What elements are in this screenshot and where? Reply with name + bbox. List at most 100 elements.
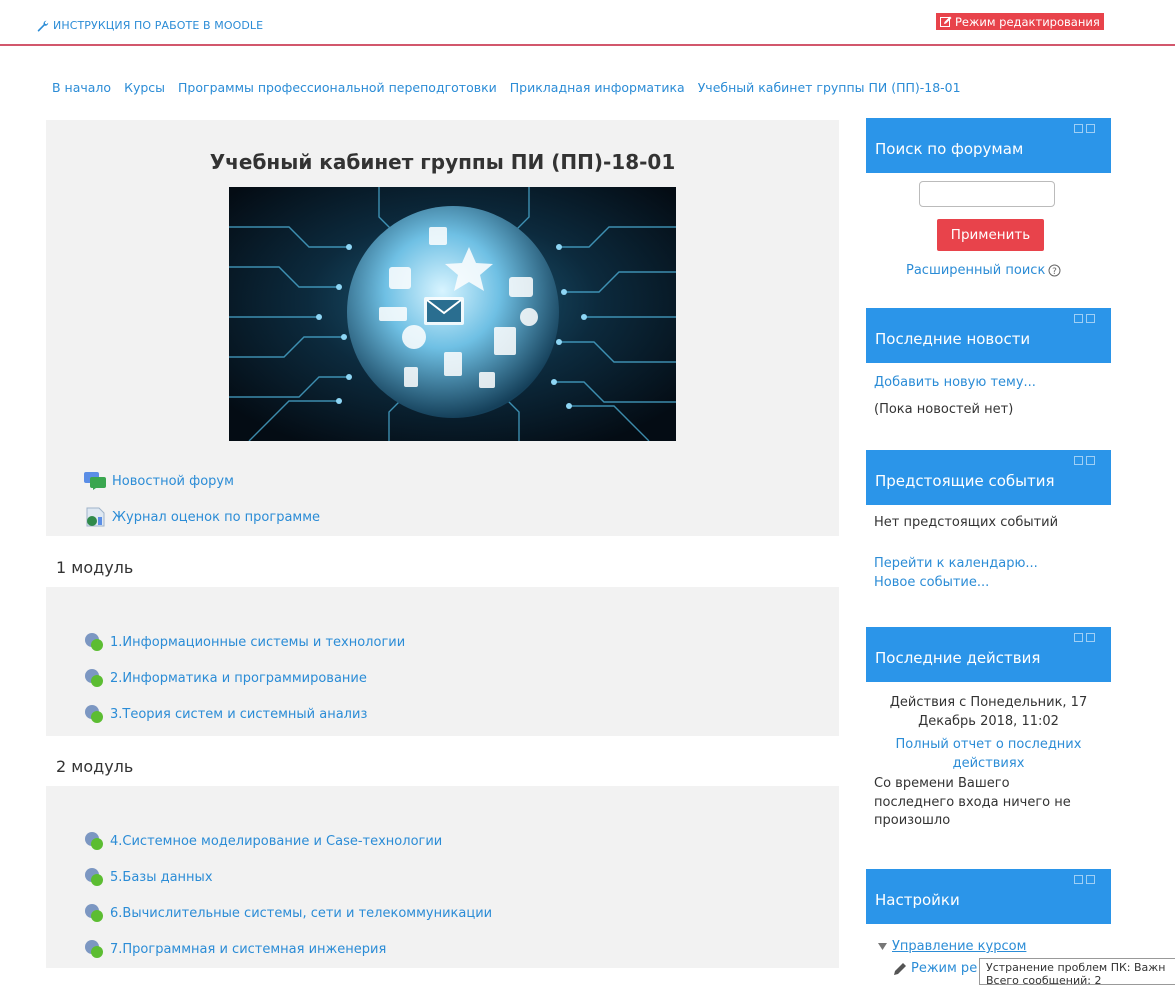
dock-icon[interactable]	[1074, 875, 1083, 884]
svg-text:?: ?	[1052, 267, 1057, 277]
breadcrumb: В начало Курсы Программы профессионально…	[52, 80, 961, 95]
forum-icon	[84, 472, 106, 490]
block-controls[interactable]	[1074, 633, 1095, 642]
module-item[interactable]: 3.Теория систем и системный анализ	[84, 704, 367, 724]
settings-edit-mode-item[interactable]: Режим ре	[893, 961, 977, 976]
module-item[interactable]: 7.Программная и системная инженерия	[84, 939, 386, 959]
caret-down-icon[interactable]	[878, 943, 887, 950]
module-item[interactable]: 6.Вычислительные системы, сети и телеком…	[84, 903, 492, 923]
edit-mode-label: Режим редактирования	[955, 14, 1100, 29]
full-report-line[interactable]: Полный отчет о последних	[896, 737, 1082, 752]
breadcrumb-home[interactable]: В начало	[52, 80, 111, 95]
recent-activity-title: Последние действия	[875, 649, 1041, 667]
hide-icon[interactable]	[1086, 875, 1095, 884]
block-controls[interactable]	[1074, 456, 1095, 465]
module-link[interactable]: 5.Базы данных	[110, 870, 213, 885]
section-1-title: 1 модуль	[56, 558, 134, 577]
full-report-line[interactable]: действиях	[953, 756, 1025, 771]
hide-icon[interactable]	[1086, 633, 1095, 642]
lesson-icon	[85, 633, 103, 651]
section-1-box: 1.Информационные системы и технологии 2.…	[46, 587, 839, 736]
section-2-box: 4.Системное моделирование и Case-техноло…	[46, 786, 839, 968]
lesson-icon	[85, 868, 103, 886]
dock-icon[interactable]	[1074, 124, 1083, 133]
activity-since-line: Действия с Понедельник, 17	[889, 695, 1088, 710]
upcoming-events-title: Предстоящие события	[875, 472, 1055, 490]
top-navbar: ИНСТРУКЦИЯ ПО РАБОТЕ В MOODLE Режим реда…	[0, 0, 1175, 46]
latest-news-title: Последние новости	[875, 330, 1031, 348]
breadcrumb-courses[interactable]: Курсы	[124, 80, 165, 95]
forum-search-input[interactable]	[919, 181, 1055, 207]
course-header-section: Учебный кабинет группы ПИ (ПП)-18-01 Нов…	[46, 120, 839, 536]
module-item[interactable]: 2.Информатика и программирование	[84, 668, 367, 688]
no-news-text: (Пока новостей нет)	[874, 402, 1014, 417]
lesson-icon	[85, 940, 103, 958]
module-link[interactable]: 3.Теория систем и системный анализ	[110, 707, 367, 722]
add-topic-link[interactable]: Добавить новую тему...	[874, 375, 1036, 390]
section-2-title: 2 модуль	[56, 757, 134, 776]
module-item[interactable]: 1.Информационные системы и технологии	[84, 632, 405, 652]
full-report-link[interactable]: Полный отчет о последних действиях	[866, 735, 1111, 773]
module-link[interactable]: 4.Системное моделирование и Case-техноло…	[110, 834, 442, 849]
course-admin-node[interactable]: Управление курсом	[878, 939, 1026, 954]
module-item[interactable]: 5.Базы данных	[84, 867, 213, 887]
breadcrumb-current-course[interactable]: Учебный кабинет группы ПИ (ПП)-18-01	[698, 80, 961, 95]
apply-button[interactable]: Применить	[937, 219, 1044, 251]
module-item[interactable]: 4.Системное моделирование и Case-техноло…	[84, 831, 442, 851]
dock-icon[interactable]	[1074, 314, 1083, 323]
edit-mode-button[interactable]: Режим редактирования	[936, 13, 1104, 30]
new-event-link[interactable]: Новое событие...	[874, 575, 989, 590]
moodle-instruction-label: ИНСТРУКЦИЯ ПО РАБОТЕ В MOODLE	[53, 19, 264, 32]
moodle-instruction-link[interactable]: ИНСТРУКЦИЯ ПО РАБОТЕ В MOODLE	[37, 19, 263, 32]
latest-news-block-header: Последние новости	[866, 308, 1111, 363]
course-title: Учебный кабинет группы ПИ (ПП)-18-01	[209, 150, 676, 174]
settings-edit-mode-link[interactable]: Режим ре	[911, 961, 977, 976]
breadcrumb-applied-informatics[interactable]: Прикладная информатика	[510, 80, 685, 95]
module-link[interactable]: 7.Программная и системная инженерия	[110, 942, 386, 957]
news-forum-item[interactable]: Новостной форум	[84, 472, 234, 490]
forum-search-title: Поиск по форумам	[875, 140, 1024, 158]
block-controls[interactable]	[1074, 314, 1095, 323]
gradebook-icon	[86, 507, 105, 527]
wrench-icon	[37, 20, 49, 31]
module-link[interactable]: 2.Информатика и программирование	[110, 671, 367, 686]
nothing-line: произошло	[874, 813, 951, 828]
nothing-line: Со времени Вашего	[874, 776, 1010, 791]
help-icon[interactable]: ?	[1048, 264, 1061, 277]
settings-title: Настройки	[875, 891, 960, 909]
nothing-line: последнего входа ничего не	[874, 794, 1071, 810]
tooltip-line: Всего сообщений: 2	[986, 974, 1102, 985]
course-admin-link[interactable]: Управление курсом	[892, 939, 1026, 954]
lesson-icon	[85, 669, 103, 687]
dock-icon[interactable]	[1074, 633, 1083, 642]
nothing-happened-text: Со времени Вашего последнего входа ничег…	[874, 775, 1071, 831]
dock-icon[interactable]	[1074, 456, 1083, 465]
advanced-search-link[interactable]: Расширенный поиск	[906, 263, 1045, 278]
advanced-search[interactable]: Расширенный поиск ?	[906, 263, 1061, 278]
module-link[interactable]: 1.Информационные системы и технологии	[110, 635, 405, 650]
no-events-text: Нет предстоящих событий	[874, 515, 1059, 530]
module-link[interactable]: 6.Вычислительные системы, сети и телеком…	[110, 906, 492, 921]
edit-icon	[940, 16, 952, 27]
lesson-icon	[85, 705, 103, 723]
block-controls[interactable]	[1074, 124, 1095, 133]
pencil-icon	[894, 962, 906, 975]
course-banner-image	[229, 187, 676, 441]
calendar-link[interactable]: Перейти к календарю...	[874, 556, 1038, 571]
recent-activity-block-header: Последние действия	[866, 627, 1111, 682]
lesson-icon	[85, 832, 103, 850]
grades-journal-link[interactable]: Журнал оценок по программе	[112, 510, 320, 525]
activity-since-text: Действия с Понедельник, 17 Декабрь 2018,…	[866, 693, 1111, 731]
breadcrumb-programs[interactable]: Программы профессиональной переподготовк…	[178, 80, 497, 95]
grades-journal-item[interactable]: Журнал оценок по программе	[84, 507, 320, 527]
hide-icon[interactable]	[1086, 314, 1095, 323]
hide-icon[interactable]	[1086, 456, 1095, 465]
tooltip: Устранение проблем ПК: Важн Всего сообще…	[979, 958, 1175, 985]
hide-icon[interactable]	[1086, 124, 1095, 133]
tooltip-line: Устранение проблем ПК: Важн	[986, 961, 1166, 974]
block-controls[interactable]	[1074, 875, 1095, 884]
news-forum-link[interactable]: Новостной форум	[112, 474, 234, 489]
activity-since-line: Декабрь 2018, 11:02	[918, 714, 1059, 729]
upcoming-events-block-header: Предстоящие события	[866, 450, 1111, 505]
lesson-icon	[85, 904, 103, 922]
